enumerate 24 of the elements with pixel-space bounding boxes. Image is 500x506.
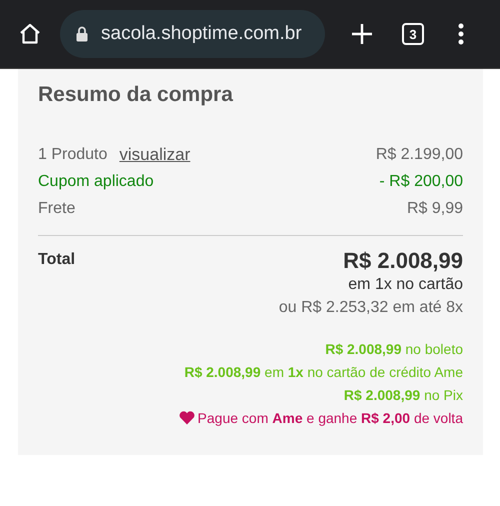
payment-offer-text: R$ 2.008,99 no boleto — [325, 341, 463, 357]
payment-offer-text: Pague com Ame e ganhe R$ 2,00 de volta — [198, 410, 463, 426]
summary-title: Resumo da compra — [38, 83, 234, 107]
payment-offer-text: R$ 2.008,99 em 1x no cartão de crédito Ame — [184, 364, 463, 380]
tab-count-button[interactable]: 3 — [402, 23, 424, 45]
lock-icon — [76, 26, 88, 42]
installment-text: em 1x no cartão — [348, 276, 463, 294]
view-link[interactable]: visualizar — [119, 144, 190, 164]
total-value: R$ 2.008,99 — [343, 248, 463, 274]
line-value: R$ 2.199,00 — [376, 146, 463, 164]
line-value: - R$ 200,00 — [379, 172, 463, 190]
line-label: Frete — [38, 200, 76, 218]
address-bar[interactable]: sacola.shoptime.com.br — [60, 10, 325, 58]
line-label: Cupom aplicado — [38, 172, 154, 190]
home-icon[interactable] — [18, 22, 42, 46]
menu-icon[interactable] — [458, 23, 464, 45]
total-label: Total — [38, 251, 76, 269]
heart-icon — [178, 411, 195, 425]
line-value: R$ 9,99 — [406, 200, 463, 218]
installment-alt-text: ou R$ 2.253,32 em até 8x — [278, 299, 463, 317]
line-label: 1 Produto — [38, 146, 108, 164]
plus-icon[interactable] — [351, 23, 373, 45]
payment-offer-text: R$ 2.008,99 no Pix — [344, 387, 463, 403]
url-text: sacola.shoptime.com.br — [101, 23, 302, 45]
